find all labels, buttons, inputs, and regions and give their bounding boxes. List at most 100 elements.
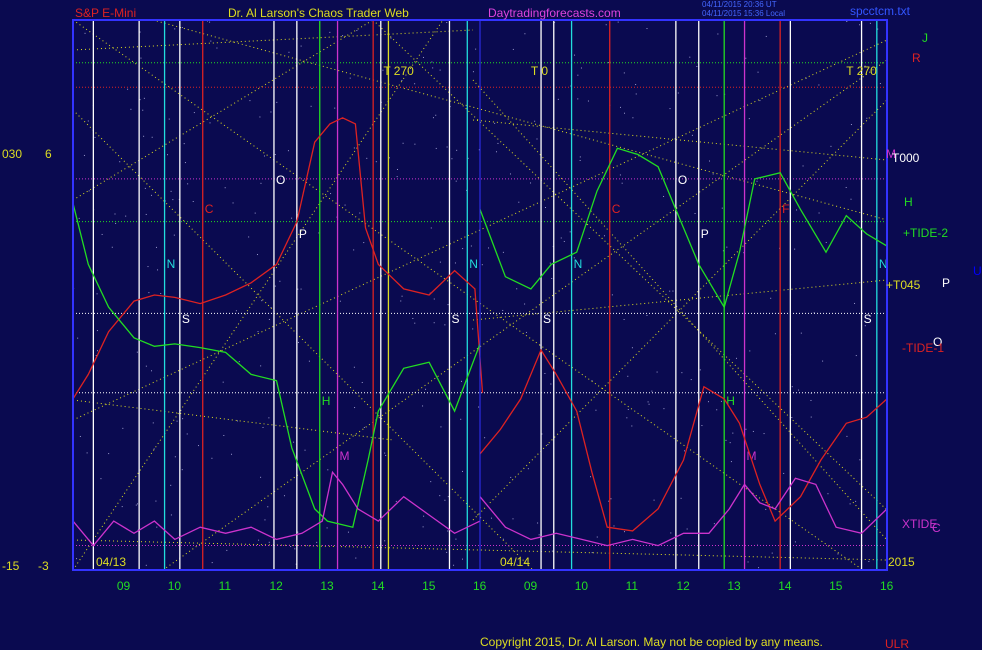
background-dot bbox=[854, 302, 856, 304]
background-dot bbox=[96, 330, 98, 332]
x-tick-label: 13 bbox=[320, 579, 334, 593]
background-dot bbox=[608, 62, 610, 64]
x-tick-label: 14 bbox=[778, 579, 792, 593]
background-dot bbox=[111, 246, 113, 248]
background-dot bbox=[329, 31, 331, 33]
background-dot bbox=[502, 309, 504, 311]
background-dot bbox=[749, 350, 751, 352]
title-left: S&P E-Mini bbox=[75, 6, 136, 20]
background-dot bbox=[560, 237, 562, 239]
background-dot bbox=[475, 48, 477, 50]
background-dot bbox=[460, 418, 462, 420]
background-dot bbox=[481, 264, 483, 266]
background-dot bbox=[262, 426, 264, 428]
background-dot bbox=[827, 493, 829, 495]
background-dot bbox=[119, 161, 121, 163]
background-dot bbox=[524, 33, 526, 35]
background-dot bbox=[401, 295, 403, 297]
background-dot bbox=[725, 439, 727, 441]
right-label: U bbox=[973, 264, 982, 278]
background-dot bbox=[456, 149, 458, 151]
background-dot bbox=[686, 528, 688, 530]
background-dot bbox=[236, 420, 238, 422]
background-dot bbox=[77, 337, 79, 339]
background-dot bbox=[293, 441, 295, 443]
x-tick-label: 15 bbox=[829, 579, 843, 593]
background-dot bbox=[447, 530, 449, 532]
background-dot bbox=[170, 484, 172, 486]
background-dot bbox=[850, 124, 852, 126]
background-dot bbox=[395, 500, 397, 502]
background-dot bbox=[310, 105, 312, 107]
background-dot bbox=[176, 420, 178, 422]
background-dot bbox=[155, 246, 157, 248]
panel-marker: T 0 bbox=[531, 64, 548, 78]
background-dot bbox=[101, 233, 103, 235]
background-dot bbox=[763, 433, 765, 435]
background-dot bbox=[461, 558, 463, 560]
background-dot bbox=[316, 541, 318, 543]
background-dot bbox=[696, 65, 698, 67]
background-dot bbox=[732, 432, 734, 434]
background-dot bbox=[147, 266, 149, 268]
background-dot bbox=[211, 457, 213, 459]
background-dot bbox=[353, 147, 355, 149]
background-dot bbox=[577, 98, 579, 100]
background-dot bbox=[830, 145, 832, 147]
background-dot bbox=[765, 35, 767, 37]
background-dot bbox=[855, 500, 857, 502]
background-dot bbox=[536, 138, 538, 140]
event-label: S bbox=[543, 312, 551, 326]
background-dot bbox=[551, 550, 553, 552]
background-dot bbox=[745, 57, 747, 59]
background-dot bbox=[527, 468, 529, 470]
background-dot bbox=[699, 369, 701, 371]
background-dot bbox=[802, 165, 804, 167]
background-dot bbox=[484, 437, 486, 439]
background-dot bbox=[267, 506, 269, 508]
background-dot bbox=[181, 469, 183, 471]
background-dot bbox=[88, 190, 90, 192]
background-dot bbox=[430, 481, 432, 483]
background-dot bbox=[209, 122, 211, 124]
background-dot bbox=[694, 213, 696, 215]
event-label: N bbox=[167, 257, 176, 271]
x-tick-label: 11 bbox=[626, 579, 639, 593]
background-dot bbox=[174, 28, 176, 30]
event-label: P bbox=[299, 227, 307, 241]
background-dot bbox=[401, 79, 403, 81]
background-dot bbox=[396, 176, 398, 178]
background-dot bbox=[494, 122, 496, 124]
background-dot bbox=[721, 207, 723, 209]
background-dot bbox=[677, 92, 679, 94]
background-dot bbox=[276, 101, 278, 103]
background-dot bbox=[187, 183, 189, 185]
background-dot bbox=[268, 417, 270, 419]
background-dot bbox=[631, 425, 633, 427]
background-dot bbox=[151, 370, 153, 372]
background-dot bbox=[447, 496, 449, 498]
background-dot bbox=[231, 453, 233, 455]
timestamp-local: 04/11/2015 15:36 Local bbox=[702, 9, 785, 18]
background-dot bbox=[288, 51, 290, 53]
background-dot bbox=[713, 523, 715, 525]
file-name: spcctcm.txt bbox=[850, 4, 911, 18]
background-dot bbox=[145, 213, 147, 215]
background-dot bbox=[653, 499, 655, 501]
panel-marker: T 270 bbox=[846, 64, 877, 78]
left-axis-top-outer: 030 bbox=[2, 147, 22, 161]
site-name[interactable]: Daytradingforecasts.com bbox=[488, 6, 621, 20]
background-dot bbox=[433, 298, 435, 300]
background-dot bbox=[765, 508, 767, 510]
background-dot bbox=[461, 380, 463, 382]
background-dot bbox=[651, 390, 653, 392]
background-dot bbox=[579, 156, 581, 158]
corner-tag: ULR bbox=[885, 637, 909, 650]
background-dot bbox=[647, 401, 649, 403]
background-dot bbox=[446, 146, 448, 148]
background-dot bbox=[327, 469, 329, 471]
x-tick-label: 09 bbox=[117, 579, 131, 593]
event-label: M bbox=[340, 449, 350, 463]
background-dot bbox=[729, 442, 731, 444]
background-dot bbox=[238, 361, 240, 363]
